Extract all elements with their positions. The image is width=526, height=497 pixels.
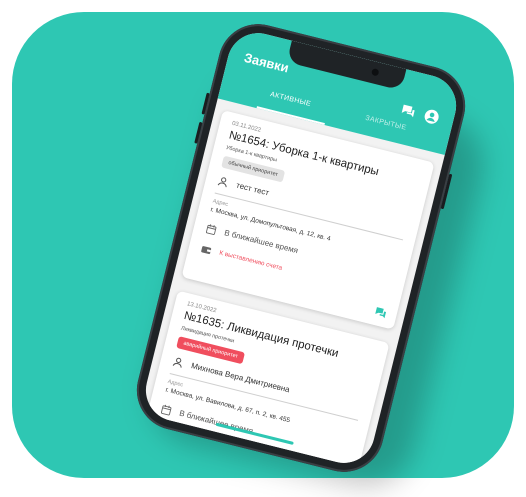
chat-icon[interactable] <box>399 101 418 120</box>
app-title: Заявки <box>242 49 291 76</box>
camera-icon <box>370 67 380 77</box>
wallet-icon <box>201 246 212 255</box>
person-name: тест тест <box>235 180 271 198</box>
person-icon <box>217 177 227 188</box>
person-icon <box>172 357 182 368</box>
status-text: К выставлению счета <box>218 249 283 272</box>
order-card[interactable]: 03.11.2022 №1654: Уборка 1-к квартиры Уб… <box>181 110 435 330</box>
calendar-icon <box>205 224 217 235</box>
person-name: Михнова Вера Дмитриевна <box>190 361 291 395</box>
calendar-icon <box>160 404 172 416</box>
chat-icon[interactable] <box>374 305 389 320</box>
tab-active[interactable]: АКТИВНЫЕ <box>269 91 311 108</box>
profile-icon[interactable] <box>422 107 441 126</box>
